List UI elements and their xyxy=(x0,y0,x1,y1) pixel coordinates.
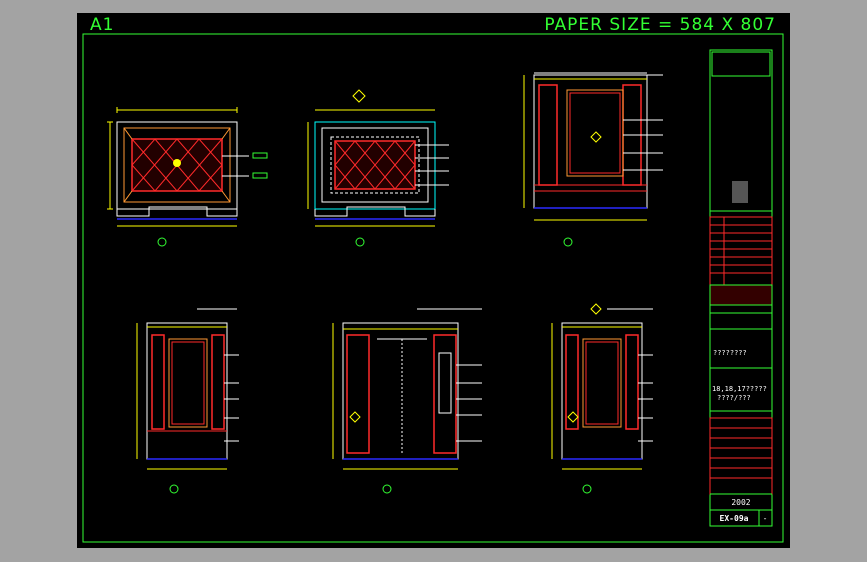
title-scale-line-2: ????/??? xyxy=(717,394,751,402)
sheet-number: EX-09a xyxy=(720,514,749,523)
revision-mark: - xyxy=(763,514,768,523)
title-scale-line: 18,18,17????? xyxy=(712,385,767,393)
sheet-id: A1 xyxy=(90,15,115,35)
drawing-sheet: ???????? 18,18,17????? ????/??? 2002 EX-… xyxy=(77,13,790,548)
ceiling-plan-1 xyxy=(107,107,268,247)
title-block: ???????? 18,18,17????? ????/??? 2002 EX-… xyxy=(709,49,773,527)
elevation-a xyxy=(523,72,663,247)
title-notes: ???????? xyxy=(713,349,747,357)
cad-drawing: ???????? 18,18,17????? ????/??? 2002 EX-… xyxy=(82,33,784,543)
title-year: 2002 xyxy=(731,498,750,507)
elevation-b xyxy=(136,308,239,494)
elevation-c xyxy=(332,308,482,494)
ceiling-plan-2 xyxy=(307,89,449,247)
elevation-d xyxy=(551,303,653,494)
paper-size-label: PAPER SIZE = 584 X 807 xyxy=(544,15,776,35)
